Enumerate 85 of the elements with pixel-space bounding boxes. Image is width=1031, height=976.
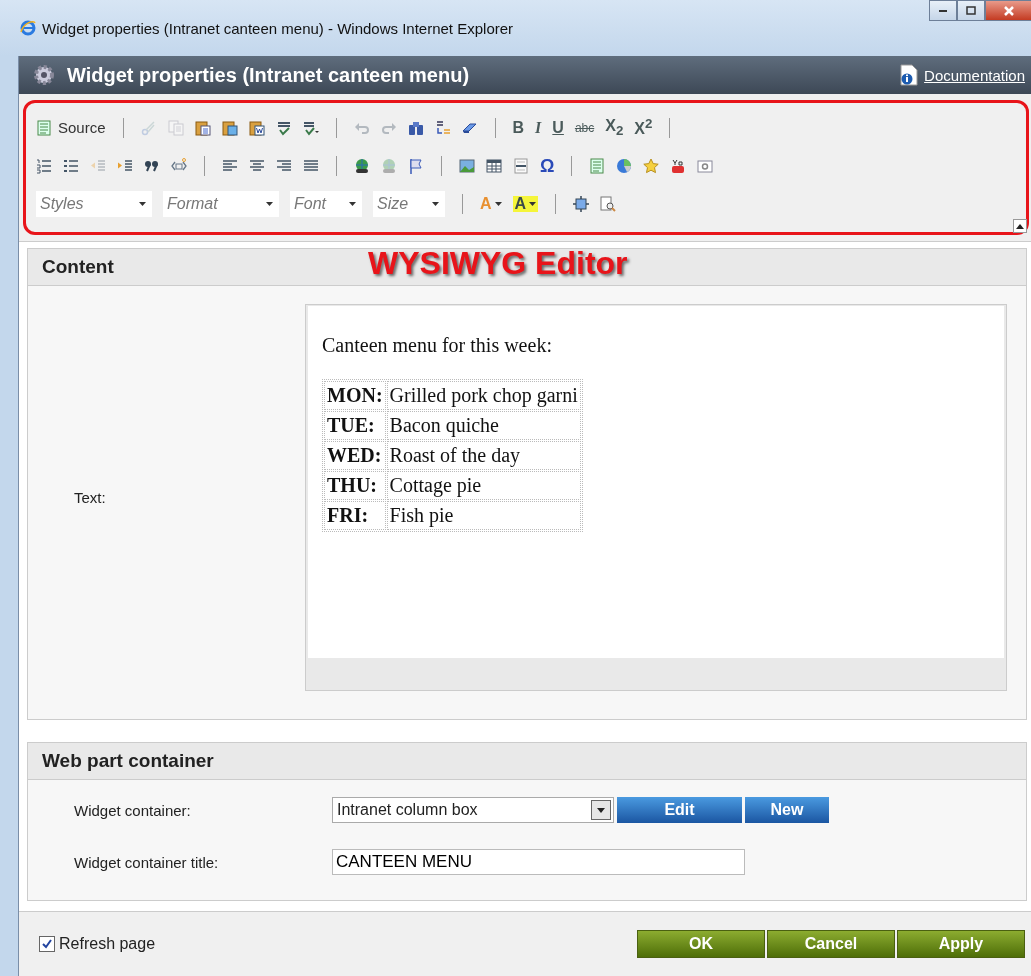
clipboard-icon[interactable] (194, 119, 211, 136)
new-button[interactable]: New (745, 797, 829, 823)
table-cell: WED: (324, 441, 386, 470)
minimize-icon (939, 9, 947, 12)
table-cell: Fish pie (386, 501, 581, 530)
rich-text-editor[interactable]: Canteen menu for this week: MON: Grilled pork chop garni TUE: Bacon quiche WED: Roast of the day THU: Cottage pie FRI: Fish pie (305, 304, 1007, 691)
close-icon (1003, 5, 1015, 16)
close-button[interactable] (985, 0, 1031, 21)
align-right-icon[interactable] (276, 157, 292, 174)
spellcheck-icon[interactable] (302, 119, 319, 136)
caret-icon (597, 807, 605, 813)
triangle-icon (1016, 223, 1024, 229)
checkbox-label: Refresh page (59, 935, 156, 953)
refresh-checkbox[interactable] (39, 936, 55, 952)
cancel-button[interactable]: Cancel (767, 930, 895, 958)
format-button[interactable]: Ω (540, 156, 555, 175)
minimize-button[interactable] (929, 0, 957, 21)
preview-icon[interactable] (600, 195, 617, 212)
numbered-list-icon[interactable] (36, 157, 52, 174)
edit-button[interactable]: Edit (617, 797, 742, 823)
field-label: Widget container title: (74, 853, 220, 871)
align-left-icon[interactable] (222, 157, 238, 174)
clipboard-icon[interactable] (221, 119, 238, 136)
bulleted-list-icon[interactable] (63, 157, 79, 174)
ok-button[interactable]: OK (637, 930, 765, 958)
collapse-toolbar-button[interactable] (1013, 219, 1027, 233)
dropdown[interactable]: Size (373, 190, 445, 217)
align-center-icon[interactable] (249, 157, 265, 174)
table-cell: Bacon quiche (386, 411, 581, 440)
caret-icon (349, 201, 356, 206)
star-icon[interactable] (643, 157, 660, 174)
format-button[interactable]: B (512, 119, 525, 136)
table-cell: THU: (324, 471, 386, 500)
table-cell: FRI: (324, 501, 386, 530)
table-icon[interactable] (486, 157, 502, 174)
maximize-button[interactable] (957, 0, 985, 21)
field-label: Widget container: (74, 801, 192, 819)
pie-chart-icon[interactable] (616, 157, 633, 174)
gear-icon (33, 64, 55, 86)
globe-link-icon[interactable] (354, 157, 370, 174)
container-dropdown[interactable]: Intranet column box (332, 797, 614, 823)
browser-logo-icon (20, 20, 36, 36)
source-button[interactable]: Source (36, 119, 106, 136)
spellcheck-icon[interactable] (275, 119, 292, 136)
format-button[interactable]: X$^{2}$ (634, 117, 653, 138)
section-title: Content (42, 256, 114, 278)
documentation-link[interactable]: Documentation (924, 66, 1025, 84)
document-icon (36, 119, 52, 136)
indent-icon[interactable] (117, 157, 133, 174)
maximize-icon (966, 5, 976, 16)
paragraph: Canteen menu for this week: (322, 334, 553, 357)
justify-icon[interactable] (303, 157, 319, 174)
format-button[interactable]: abc (574, 121, 595, 134)
dialog-title: Widget properties (Intranet canteen menu) (67, 63, 471, 87)
image-icon[interactable] (459, 157, 475, 174)
caret-icon (139, 201, 146, 206)
caret-icon (494, 202, 502, 207)
table-cell: Cottage pie (386, 471, 581, 500)
window-title: Widget properties (Intranet canteen menu) - Windows Internet Explorer (42, 19, 515, 37)
clipboard-icon[interactable] (248, 119, 265, 136)
caret-icon (266, 201, 273, 206)
dropdown[interactable]: Format (163, 190, 279, 217)
title-input-field[interactable]: CANTEEN MENU (332, 849, 745, 875)
format-button[interactable]: X$_{2}$ (605, 117, 624, 138)
info-document-icon (900, 64, 919, 86)
flag-icon[interactable] (408, 157, 424, 174)
apply-button[interactable]: Apply (897, 930, 1025, 958)
widget-icon[interactable] (697, 157, 714, 174)
color-button[interactable]: A (512, 195, 539, 212)
video-icon[interactable] (670, 157, 687, 174)
dropdown[interactable]: Styles (36, 190, 152, 217)
caret-icon (529, 202, 537, 207)
field-label: Text: (73, 489, 107, 506)
table-cell: Grilled pork chop garni (386, 381, 581, 410)
table-cell: MON: (324, 381, 386, 410)
binoculars-icon[interactable] (407, 119, 424, 136)
dropdown[interactable]: Font (290, 190, 362, 217)
table-cell: Roast of the day (386, 441, 581, 470)
table-cell: TUE: (324, 411, 386, 440)
maximize-icon[interactable] (573, 195, 590, 212)
section-title: Web part container (42, 750, 214, 772)
annotation-label: WYSIWYG Editor (368, 245, 628, 282)
format-button[interactable]: U (552, 119, 564, 136)
caret-icon (432, 201, 439, 206)
format-button[interactable]: I (535, 119, 542, 136)
